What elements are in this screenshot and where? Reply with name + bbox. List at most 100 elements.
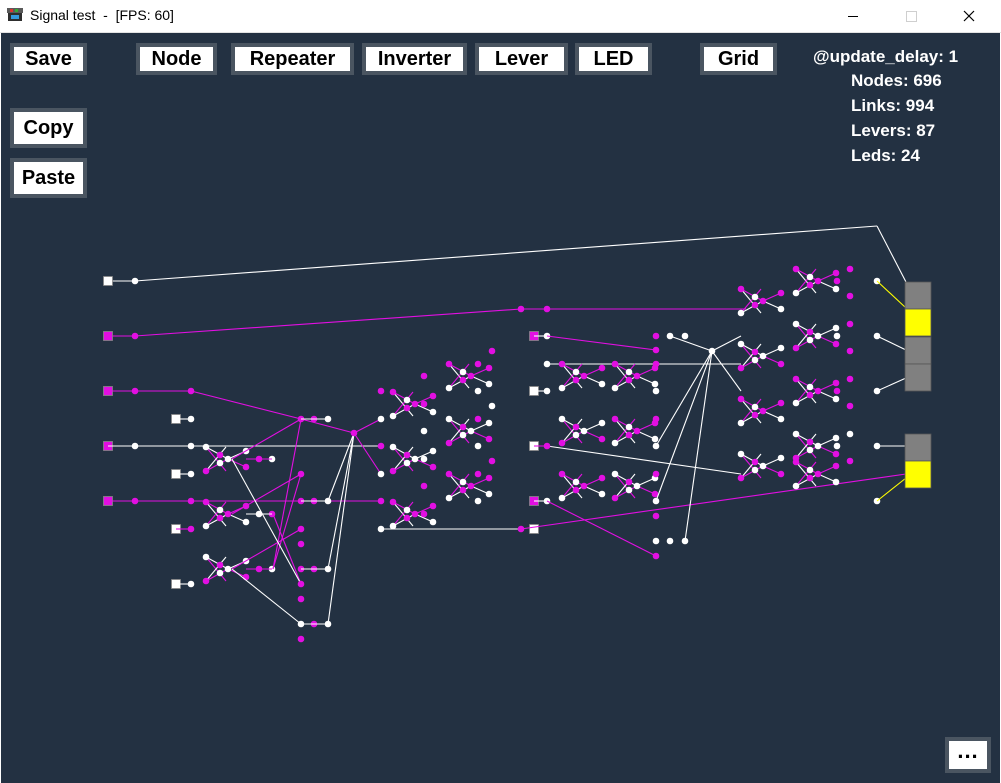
circuit-node[interactable] (474, 470, 482, 478)
circuit-node[interactable] (625, 431, 633, 439)
more-options-button[interactable]: ... (945, 737, 991, 773)
circuit-node[interactable] (216, 514, 224, 522)
circuit-node[interactable] (297, 595, 305, 603)
circuit-node[interactable] (572, 423, 580, 431)
circuit-node[interactable] (389, 498, 397, 506)
circuit-node[interactable] (389, 388, 397, 396)
circuit-node[interactable] (751, 356, 759, 364)
circuit-node[interactable] (806, 391, 814, 399)
circuit-node[interactable] (297, 540, 305, 548)
lever-tool-button[interactable]: Lever (475, 43, 568, 75)
circuit-node[interactable] (806, 281, 814, 289)
circuit-node[interactable] (543, 305, 551, 313)
circuit-node[interactable] (467, 482, 475, 490)
circuit-node[interactable] (777, 415, 785, 423)
circuit-node[interactable] (751, 458, 759, 466)
circuit-node[interactable] (187, 442, 195, 450)
circuit-node[interactable] (403, 459, 411, 467)
circuit-node[interactable] (389, 522, 397, 530)
circuit-node[interactable] (420, 455, 428, 463)
circuit-node[interactable] (543, 360, 551, 368)
circuit-node[interactable] (420, 372, 428, 380)
circuit-node[interactable] (652, 346, 660, 354)
circuit-node[interactable] (598, 364, 606, 372)
circuit-node[interactable] (131, 277, 139, 285)
circuit-node[interactable] (517, 305, 525, 313)
circuit-node[interactable] (474, 442, 482, 450)
circuit-node[interactable] (751, 293, 759, 301)
circuit-node[interactable] (485, 474, 493, 482)
circuit-node[interactable] (187, 497, 195, 505)
circuit-node[interactable] (737, 340, 745, 348)
circuit-node[interactable] (833, 332, 841, 340)
circuit-node[interactable] (216, 561, 224, 569)
circuit-node[interactable] (202, 498, 210, 506)
circuit-node[interactable] (445, 439, 453, 447)
circuit-node[interactable] (187, 415, 195, 423)
circuit-node[interactable] (846, 320, 854, 328)
lever-switch[interactable] (529, 524, 539, 534)
circuit-node[interactable] (792, 375, 800, 383)
circuit-node[interactable] (572, 368, 580, 376)
circuit-node[interactable] (832, 434, 840, 442)
circuit-node[interactable] (792, 344, 800, 352)
circuit-node[interactable] (403, 451, 411, 459)
circuit-node[interactable] (759, 297, 767, 305)
circuit-node[interactable] (652, 360, 660, 368)
circuit-node[interactable] (474, 415, 482, 423)
circuit-node[interactable] (792, 265, 800, 273)
circuit-node[interactable] (202, 467, 210, 475)
circuit-node[interactable] (411, 510, 419, 518)
circuit-node[interactable] (403, 514, 411, 522)
circuit-node[interactable] (558, 439, 566, 447)
circuit-node[interactable] (377, 497, 385, 505)
circuit-node[interactable] (202, 577, 210, 585)
circuit-node[interactable] (792, 399, 800, 407)
circuit-node[interactable] (459, 478, 467, 486)
circuit-node[interactable] (474, 360, 482, 368)
circuit-node[interactable] (558, 384, 566, 392)
circuit-node[interactable] (445, 360, 453, 368)
circuit-node[interactable] (846, 430, 854, 438)
circuit-node[interactable] (598, 380, 606, 388)
circuit-node[interactable] (485, 490, 493, 498)
circuit-node[interactable] (633, 372, 641, 380)
circuit-node[interactable] (224, 510, 232, 518)
circuit-node[interactable] (751, 301, 759, 309)
circuit-node[interactable] (666, 537, 674, 545)
circuit-node[interactable] (652, 552, 660, 560)
circuit-node[interactable] (625, 478, 633, 486)
circuit-node[interactable] (420, 510, 428, 518)
led-indicator[interactable] (904, 363, 932, 392)
circuit-node[interactable] (611, 360, 619, 368)
circuit-node[interactable] (737, 285, 745, 293)
circuit-node[interactable] (572, 376, 580, 384)
circuit-node[interactable] (652, 537, 660, 545)
circuit-node[interactable] (625, 423, 633, 431)
circuit-node[interactable] (759, 407, 767, 415)
circuit-node[interactable] (459, 431, 467, 439)
circuit-node[interactable] (737, 364, 745, 372)
circuit-node[interactable] (759, 462, 767, 470)
circuit-node[interactable] (242, 573, 250, 581)
minimize-button[interactable] (830, 0, 876, 32)
circuit-node[interactable] (681, 332, 689, 340)
circuit-node[interactable] (216, 459, 224, 467)
circuit-node[interactable] (792, 320, 800, 328)
circuit-node[interactable] (777, 305, 785, 313)
circuit-node[interactable] (633, 427, 641, 435)
circuit-node[interactable] (187, 470, 195, 478)
circuit-node[interactable] (488, 402, 496, 410)
circuit-node[interactable] (777, 454, 785, 462)
circuit-node[interactable] (814, 387, 822, 395)
circuit-node[interactable] (737, 474, 745, 482)
led-tool-button[interactable]: LED (575, 43, 652, 75)
circuit-node[interactable] (558, 494, 566, 502)
circuit-node[interactable] (429, 518, 437, 526)
circuit-node[interactable] (792, 482, 800, 490)
circuit-node[interactable] (652, 387, 660, 395)
circuit-node[interactable] (832, 269, 840, 277)
circuit-node[interactable] (485, 435, 493, 443)
circuit-node[interactable] (187, 525, 195, 533)
circuit-node[interactable] (652, 512, 660, 520)
